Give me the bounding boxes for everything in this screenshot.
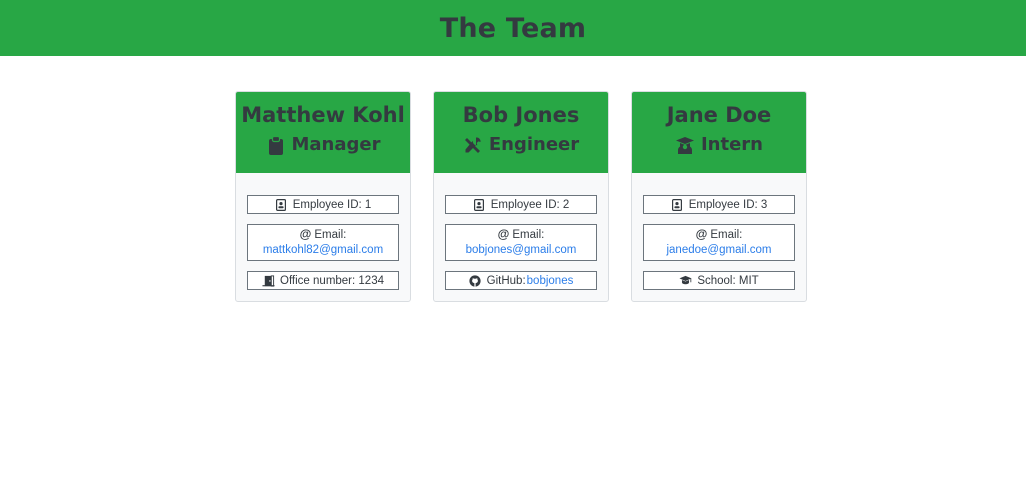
door-icon [262, 274, 275, 287]
office-number-row: Office number: 1234 [247, 271, 399, 290]
graduate-icon [675, 135, 695, 155]
github-link[interactable]: bobjones [527, 275, 574, 287]
employee-name: Matthew Kohl [241, 103, 405, 127]
employee-role: Engineer [434, 133, 608, 157]
card-header: Matthew Kohl Manager [236, 92, 410, 173]
employee-card-manager: Matthew Kohl Manager Employee ID: 1 @ Ema… [235, 91, 411, 302]
employee-role: Intern [632, 133, 806, 157]
role-label: Manager [291, 134, 381, 155]
employee-name: Jane Doe [666, 103, 772, 127]
team-cards: Matthew Kohl Manager Employee ID: 1 @ Ema… [235, 91, 807, 302]
tools-icon [463, 135, 483, 155]
email-link[interactable]: janedoe@gmail.com [666, 244, 771, 256]
email-row: @ Email: mattkohl82@gmail.com [247, 224, 399, 261]
employee-id: Employee ID: 3 [688, 198, 768, 211]
employee-role: Manager [236, 133, 410, 157]
id-badge-icon [275, 198, 288, 211]
employee-card-engineer: Bob Jones Engineer Employee ID: 2 @ Email… [433, 91, 609, 302]
id-badge-icon [671, 198, 684, 211]
email-label: Email: [512, 229, 545, 241]
card-body: Employee ID: 2 @ Email: bobjones@gmail.co… [434, 173, 608, 290]
clipboard-icon [266, 135, 286, 155]
id-badge-icon [473, 198, 486, 211]
employee-card-intern: Jane Doe Intern Employee ID: 3 @ Email: j… [631, 91, 807, 302]
at-sign-icon: @ [695, 227, 708, 241]
github-row: GitHub: bobjones [445, 271, 597, 290]
github-label: GitHub: [486, 274, 526, 287]
email-link[interactable]: mattkohl82@gmail.com [263, 244, 383, 256]
employee-id: Employee ID: 1 [292, 198, 372, 211]
header-bar: The Team [0, 0, 1026, 56]
employee-id: Employee ID: 2 [490, 198, 570, 211]
employee-id-row: Employee ID: 2 [445, 195, 597, 214]
role-label: Intern [700, 134, 763, 155]
office-number: Office number: 1234 [280, 274, 384, 287]
page-title: The Team [439, 12, 587, 44]
github-icon [469, 274, 482, 287]
school-row: School: MIT [643, 271, 795, 290]
employee-id-row: Employee ID: 1 [247, 195, 399, 214]
email-row: @ Email: janedoe@gmail.com [643, 224, 795, 261]
school-label: School: MIT [697, 274, 759, 287]
email-label: Email: [710, 229, 743, 241]
card-body: Employee ID: 3 @ Email: janedoe@gmail.com… [632, 173, 806, 290]
at-sign-icon: @ [299, 227, 312, 241]
card-body: Employee ID: 1 @ Email: mattkohl82@gmail.… [236, 173, 410, 290]
employee-name: Bob Jones [462, 103, 580, 127]
card-header: Bob Jones Engineer [434, 92, 608, 173]
email-label: Email: [314, 229, 347, 241]
role-label: Engineer [488, 134, 580, 155]
card-header: Jane Doe Intern [632, 92, 806, 173]
at-sign-icon: @ [497, 227, 510, 241]
employee-id-row: Employee ID: 3 [643, 195, 795, 214]
email-link[interactable]: bobjones@gmail.com [466, 244, 577, 256]
graduation-cap-icon [679, 274, 692, 287]
email-row: @ Email: bobjones@gmail.com [445, 224, 597, 261]
